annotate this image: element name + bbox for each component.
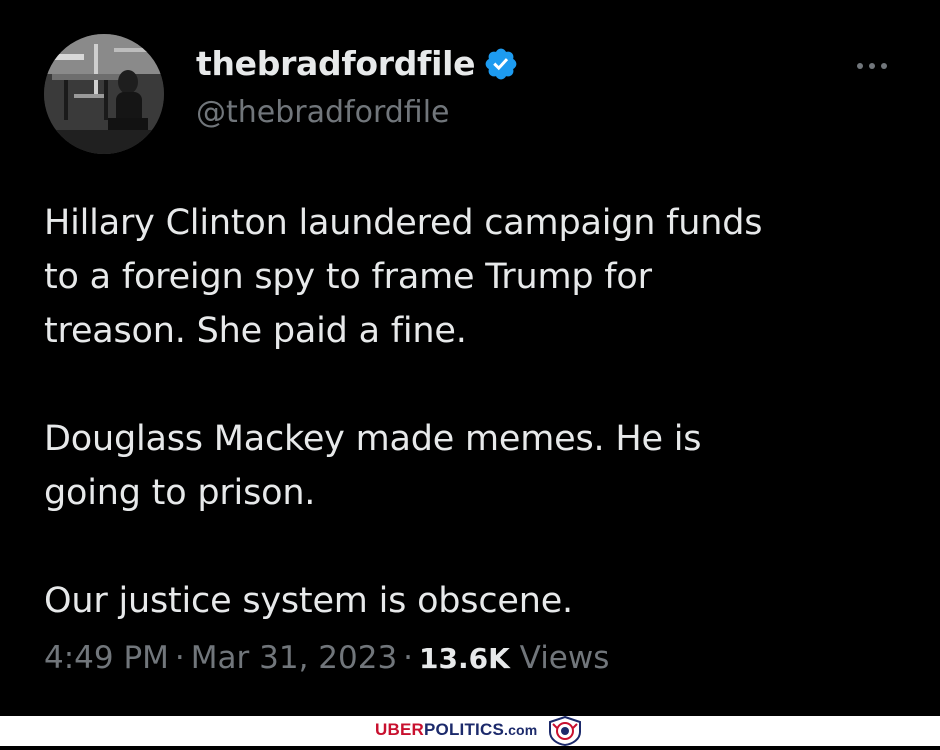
tweet-metadata: 4:49 PM · Mar 31, 2023 · 13.6K Views — [44, 640, 609, 676]
verified-badge-icon — [483, 46, 519, 82]
more-dot — [857, 63, 863, 69]
tweet-time[interactable]: 4:49 PM — [44, 640, 169, 676]
views-count: 13.6K — [419, 642, 510, 675]
more-options-icon[interactable] — [848, 52, 896, 80]
author-handle[interactable]: @thebradfordfile — [196, 95, 450, 130]
brand-prefix: UBER — [375, 720, 424, 739]
tweet-text: Hillary Clinton laundered campaign funds… — [44, 196, 904, 628]
tweet-paragraph: Douglass Mackey made memes. He is going … — [44, 419, 702, 513]
views-label: Views — [519, 640, 610, 676]
display-name[interactable]: thebradfordfile — [196, 44, 476, 83]
watermark-bar: UBERPOLITICS.com — [0, 715, 940, 747]
tweet-paragraph: Our justice system is obscene. — [44, 581, 573, 621]
more-dot — [881, 63, 887, 69]
avatar[interactable] — [44, 34, 164, 154]
tweet-card: thebradfordfile @thebradfordfile Hillary… — [0, 0, 940, 747]
separator: · — [403, 640, 414, 676]
tweet-date[interactable]: Mar 31, 2023 — [191, 640, 397, 676]
separator: · — [174, 640, 185, 676]
tweet-paragraph: Hillary Clinton laundered campaign funds… — [44, 203, 763, 351]
lion-crest-icon — [545, 715, 585, 747]
brand-main: POLITICS — [423, 720, 504, 739]
more-dot — [869, 63, 875, 69]
brand-watermark: UBERPOLITICS.com — [375, 720, 537, 740]
avatar-photo — [44, 34, 164, 154]
author-name-row: thebradfordfile — [196, 44, 519, 83]
brand-suffix: .com — [503, 722, 538, 738]
